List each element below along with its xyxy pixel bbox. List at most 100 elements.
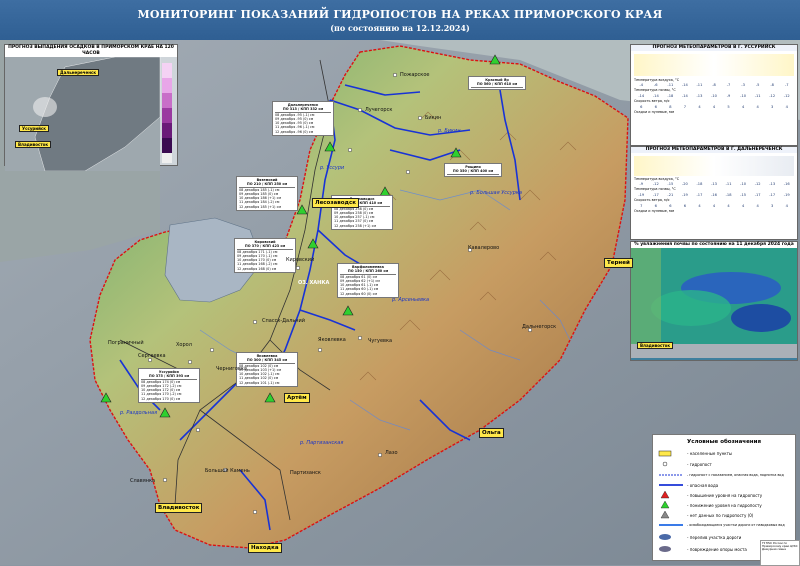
- meteogram-ussuriysk-row-air: -4 -6 -11 -14 -11 -8 -7 -3 -5 -8 -7: [634, 81, 794, 88]
- cell: -11: [754, 93, 761, 98]
- precip-label-ussuriysk: Уссурийск: [19, 125, 49, 132]
- cell: -14: [681, 93, 688, 98]
- gauge-box-ussuriysk[interactable]: Уссурийск ПО 375 / КПП 393 см 08 декабря…: [138, 368, 200, 404]
- page-subtitle: (по состоянию на 12.12.2024): [330, 23, 470, 33]
- meteogram-ussuriysk-label-3: Осадки и нулевые, мм: [634, 110, 675, 114]
- cell: -9: [726, 93, 731, 98]
- legend-item: - опасная вода: [687, 483, 719, 488]
- legend-item: - освобождающиеся участки дороги от паво…: [687, 523, 785, 527]
- cell: -20: [681, 181, 688, 186]
- cell: 4: [727, 203, 730, 208]
- legend-item: - понижение уровня на гидропосту: [687, 503, 762, 508]
- place-label: Лучегорск: [365, 107, 393, 113]
- cell: -19: [638, 192, 645, 197]
- cell: 6: [640, 104, 643, 109]
- gauge-box-varfolomeevka[interactable]: Варфоломеевка ПО 150 / КПП 260 см 08 дек…: [337, 263, 399, 299]
- legend-item: - повреждение опоры моста: [687, 547, 747, 552]
- legend-symbols: [658, 450, 683, 552]
- cell: -11: [667, 82, 674, 87]
- cell: -9: [639, 181, 644, 186]
- gauge-box-kirovsky[interactable]: Кировский ПО 370 / КПП 423 см 08 декабря…: [234, 238, 296, 274]
- meteogram-ussuriysk-row-soil: -14 -14 -18 -14 -13 -10 -9 -10 -11 -12 -12: [634, 92, 794, 99]
- cell: 8: [669, 104, 672, 109]
- cell: 6: [654, 203, 657, 208]
- footer-stamp: ГУ МЧС России по Приморскому краю ЦУКС Д…: [760, 540, 800, 566]
- soil-moisture-title: % увлажнения почвы по состоянию на 11 де…: [631, 242, 797, 248]
- cell: 5: [727, 104, 730, 109]
- place-label: Пожарское: [400, 72, 430, 78]
- cell: 4: [756, 203, 759, 208]
- cell: -17: [769, 192, 776, 197]
- meteogram-dalnerechensk-row-soil: -19 -17 -21 -19 -17 -16 -18 -15 -17 -17 -19: [634, 191, 794, 198]
- gauge-box-krasny-yar[interactable]: Красный Яр ПО 560 / КПП 610 см: [468, 76, 526, 90]
- cell: -15: [667, 181, 674, 186]
- city-label-vladivostok: Владивосток: [155, 503, 203, 513]
- cell: -7: [726, 82, 731, 87]
- cell: 3: [771, 104, 774, 109]
- place-label: Кировский: [286, 257, 315, 263]
- river-label: р. Партизанская: [300, 440, 344, 446]
- gauge-row: 12 декабря 60 (0) см: [340, 291, 378, 296]
- legend-item: - населенные пункты: [687, 451, 733, 456]
- city-label-terney: Терней: [604, 258, 633, 268]
- city-label-lesozavodsk: Лесозаводск: [312, 198, 359, 208]
- place-label: Бикин: [425, 115, 442, 121]
- cell: 4: [785, 203, 788, 208]
- soil-label-vladivostok: Владивосток: [637, 342, 674, 349]
- cell: -13: [769, 181, 776, 186]
- cell: -11: [696, 82, 703, 87]
- cell: -11: [725, 181, 732, 186]
- place-label: Большой Камень: [205, 468, 250, 474]
- cell: 6: [654, 104, 657, 109]
- cell: -18: [667, 93, 674, 98]
- precip-label-vladivostok: Владивосток: [15, 141, 52, 148]
- cell: -12: [754, 181, 761, 186]
- cell: 6: [669, 203, 672, 208]
- gauge-row: 12 декабря 168 (0) см: [237, 266, 277, 271]
- meteogram-dalnerechensk-title: ПРОГНОЗ МЕТЕОПАРАМЕТРОВ В Г. ДАЛЬНЕРЕЧЕН…: [631, 147, 797, 153]
- city-label-olga: Ольга: [479, 428, 504, 438]
- river-label: р. Большая Уссурка: [470, 190, 522, 196]
- cell: 4: [785, 104, 788, 109]
- precip-forecast-title: ПРОГНОЗ ВЫПАДЕНИЯ ОСАДКОВ В ПРИМОРСКОМ К…: [5, 45, 177, 57]
- soil-moisture-panel: % увлажнения почвы по состоянию на 11 де…: [630, 241, 798, 361]
- place-label: Пограничный: [108, 340, 144, 346]
- page-title: МОНИТОРИНГ ПОКАЗАНИЙ ГИДРОПОСТОВ НА РЕКА…: [137, 8, 663, 21]
- legend-item: - гидропост: [687, 462, 712, 467]
- cell: 4: [698, 203, 701, 208]
- precip-forecast-panel: ПРОГНОЗ ВЫПАДЕНИЯ ОСАДКОВ В ПРИМОРСКОМ К…: [4, 44, 178, 171]
- cell: -7: [784, 82, 789, 87]
- cell: -13: [711, 181, 717, 186]
- lake-label: ОЗ. ХАНКА: [298, 280, 330, 286]
- cell: 6: [683, 203, 687, 208]
- meteogram-dalnerechensk-grid: -9 -12 -15 -20 -18 -13 -11 -10 -12 -13 -16 Темпера…: [634, 180, 794, 214]
- gauge-row: 12 декабря 185 (+1) см: [239, 204, 282, 209]
- cell: -8: [712, 82, 716, 87]
- river-label: р. Раздольная: [120, 410, 158, 416]
- city-label-artyom: Артём: [284, 393, 310, 403]
- cell: -14: [652, 93, 659, 98]
- gauge-box-dalnerechensk[interactable]: Дальнереченск ПО 313 / КПП 332 см 08 дек…: [272, 101, 334, 137]
- cell: -17: [754, 192, 761, 197]
- gauge-row: 12 декабря 101 (-1) см: [239, 380, 280, 385]
- place-label: Сергеевка: [138, 353, 166, 359]
- cell: -10: [740, 93, 747, 98]
- gauge-subtitle: ПО 350 / КПП 400 см: [447, 169, 499, 175]
- cell: 4: [741, 203, 745, 208]
- place-label: Дальнегорск: [522, 324, 557, 330]
- meteogram-ussuriysk-icons: [634, 54, 794, 76]
- cell: -12: [783, 93, 790, 98]
- place-label: Черниговка: [216, 366, 247, 372]
- cell: -13: [696, 93, 703, 98]
- meteogram-dalnerechensk-icons: [634, 156, 794, 176]
- legend-item: - повышение уровня на гидропосту: [687, 493, 763, 498]
- place-label: Лазо: [385, 450, 398, 456]
- precip-label-dalnerechensk: Дальнереченск: [57, 69, 100, 76]
- meteogram-ussuriysk: ПРОГНОЗ МЕТЕОПАРАМЕТРОВ В Г. УССУРИЙСК Т…: [630, 44, 798, 146]
- cell: -19: [681, 192, 688, 197]
- page-header: МОНИТОРИНГ ПОКАЗАНИЙ ГИДРОПОСТОВ НА РЕКА…: [0, 0, 800, 40]
- cell: -16: [783, 181, 790, 186]
- gauge-box-vyazemsky[interactable]: Вяземский ПО 210 / КПП 250 см 08 декабря…: [236, 176, 298, 212]
- cell: 4: [756, 104, 759, 109]
- gauge-box-roshchino[interactable]: Рощино ПО 350 / КПП 400 см: [444, 163, 502, 177]
